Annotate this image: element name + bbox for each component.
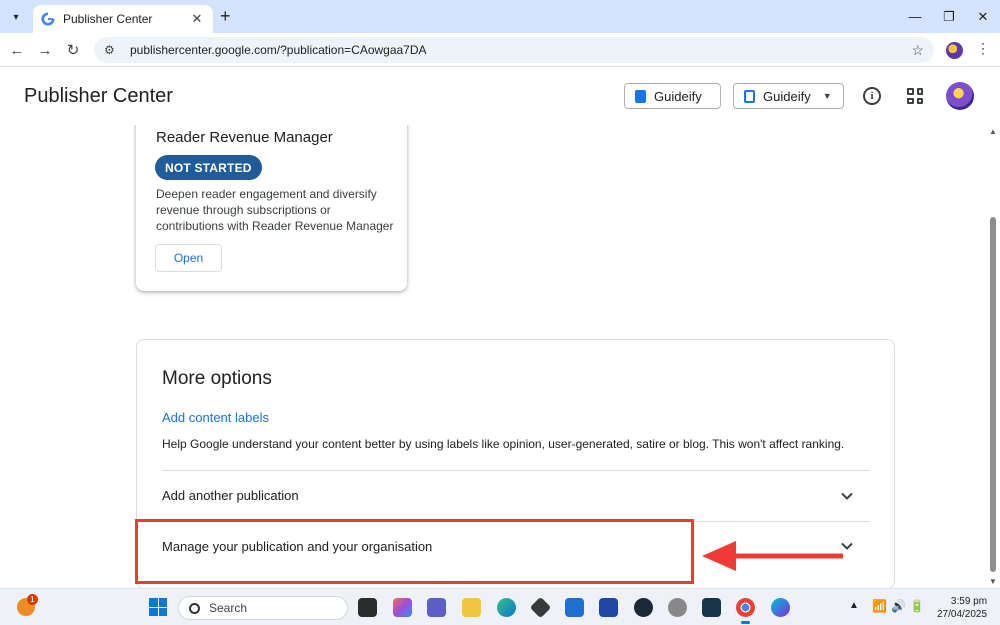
status-badge: NOT STARTED (155, 155, 262, 180)
scroll-down-arrow-icon[interactable]: ▼ (989, 577, 997, 586)
restore-button[interactable]: ❐ (932, 0, 966, 33)
browser-profile-avatar[interactable] (946, 42, 963, 59)
page-title: Publisher Center (24, 85, 173, 107)
bookmark-star-icon[interactable]: ☆ (911, 42, 924, 59)
taskbar-clock[interactable]: 3:59 pm 27/04/2025 (937, 595, 987, 621)
document-icon (744, 89, 755, 103)
steam-icon[interactable] (634, 598, 653, 617)
task-view-icon[interactable] (358, 598, 377, 617)
page-scrollbar[interactable]: ▲ ▼ (986, 125, 1000, 588)
address-bar[interactable]: ⚙ publishercenter.google.com/?publicatio… (94, 37, 934, 63)
add-content-labels-link[interactable]: Add content labels (162, 410, 269, 425)
new-tab-button[interactable]: + (220, 6, 231, 26)
visual-studio-icon[interactable] (599, 598, 618, 617)
annotation-arrow-icon (702, 541, 843, 571)
reload-icon[interactable]: ↻ (61, 38, 85, 62)
network-tool-icon[interactable] (668, 598, 687, 617)
publication-dropdown[interactable]: Guideify ▼ (733, 83, 844, 109)
store-icon[interactable] (565, 598, 584, 617)
close-window-button[interactable]: ✕ (966, 0, 1000, 33)
taskbar-search[interactable]: Search (178, 596, 348, 620)
forward-arrow-icon[interactable]: → (33, 38, 57, 62)
browser-tab-strip: ▾ Publisher Center ✕ + — ❐ ✕ (0, 0, 1000, 33)
scrollbar-thumb[interactable] (990, 217, 996, 572)
publisher-center-header: Publisher Center Guideify Guideify ▼ i (0, 67, 1000, 125)
dropdown-caret-icon: ▼ (822, 91, 832, 101)
card-title: Reader Revenue Manager (156, 129, 333, 146)
card-description: Deepen reader engagement and diversify r… (156, 187, 394, 233)
unity-icon[interactable] (529, 596, 552, 619)
address-url[interactable]: publishercenter.google.com/?publication=… (130, 43, 911, 57)
start-button[interactable] (149, 598, 167, 616)
publication-button[interactable]: Guideify (624, 83, 721, 109)
file-explorer-icon[interactable] (462, 598, 481, 617)
reader-revenue-manager-card: Reader Revenue Manager NOT STARTED Deepe… (136, 125, 407, 291)
clock-time: 3:59 pm (950, 596, 988, 607)
chrome-icon[interactable] (736, 598, 755, 624)
info-icon[interactable]: i (863, 87, 881, 105)
windows-taskbar: 1 Search ▲ 📶🔊🔋 3:59 pm 27/04/2025 (0, 588, 1000, 625)
taskbar-search-label: Search (209, 601, 248, 615)
tab-close-icon[interactable]: ✕ (189, 11, 205, 27)
tray-expand-icon[interactable]: ▲ (849, 600, 859, 611)
back-arrow-icon[interactable]: ← (5, 38, 29, 62)
scroll-up-arrow-icon[interactable]: ▲ (989, 127, 997, 136)
search-icon (189, 602, 200, 614)
publication-dropdown-label: Guideify (763, 88, 811, 104)
browser-toolbar: ← → ↻ ⚙ publishercenter.google.com/?publ… (0, 33, 1000, 67)
clock-date: 27/04/2025 (937, 609, 988, 620)
content-labels-help-text: Help Google understand your content bett… (162, 437, 845, 451)
tab-search-button[interactable]: ▾ (5, 6, 27, 28)
copilot-icon[interactable] (393, 598, 412, 617)
annotation-highlight-box (135, 519, 694, 584)
window-controls: — ❐ ✕ (898, 0, 1000, 33)
chevron-down-icon[interactable] (840, 489, 854, 503)
tab-title: Publisher Center (63, 12, 153, 26)
teams-icon[interactable] (427, 598, 446, 617)
site-info-icon[interactable]: ⚙ (104, 43, 120, 57)
browser-menu-icon[interactable]: ⋮ (976, 40, 990, 57)
canva-icon[interactable] (771, 598, 790, 617)
publication-button-label: Guideify (654, 88, 702, 104)
publication-icon (635, 89, 646, 103)
google-favicon-icon (41, 12, 55, 26)
minimize-button[interactable]: — (898, 0, 932, 33)
edge-icon[interactable] (497, 598, 516, 617)
system-tray-icons[interactable]: 📶🔊🔋 (872, 599, 929, 613)
account-avatar[interactable] (946, 82, 974, 110)
apps-grid-icon[interactable] (907, 88, 923, 104)
section-title: More options (162, 368, 272, 389)
open-button[interactable]: Open (155, 244, 222, 272)
add-publication-row[interactable]: Add another publication (162, 488, 299, 503)
browser-tab[interactable]: Publisher Center ✕ (33, 5, 213, 33)
divider (162, 470, 870, 471)
terminal-app-icon[interactable] (702, 598, 721, 617)
notification-badge: 1 (27, 594, 38, 605)
